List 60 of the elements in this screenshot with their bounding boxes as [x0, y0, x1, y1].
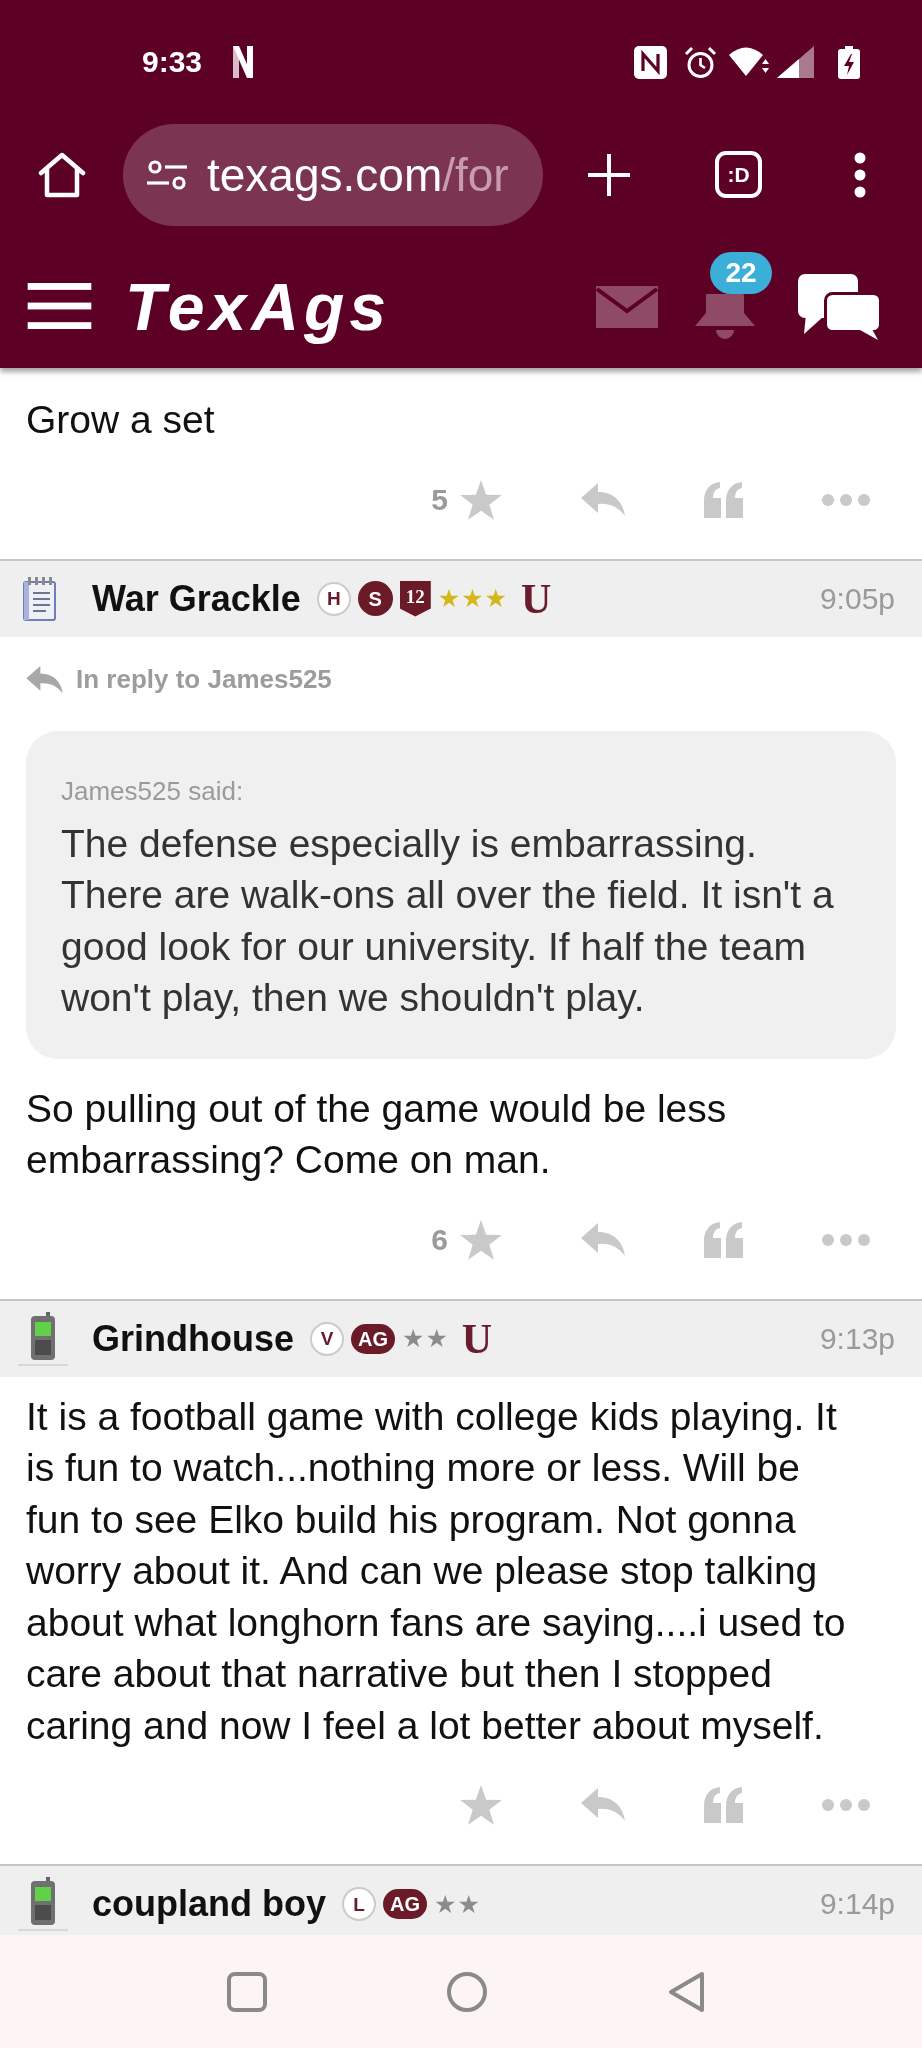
address-bar[interactable]: texags.com/for [123, 123, 543, 226]
quote-icon [703, 481, 743, 518]
star-icon [460, 1785, 502, 1825]
cell-phone-icon [18, 1311, 68, 1366]
user-badge: L [342, 1887, 376, 1921]
alarm-icon [684, 45, 717, 79]
signal-icon [777, 46, 814, 78]
battery-charging-icon [838, 45, 860, 79]
square-nav-icon[interactable] [227, 1971, 267, 2012]
home-icon[interactable] [38, 151, 86, 198]
wifi-icon [729, 46, 769, 78]
new-tab-icon[interactable] [588, 153, 630, 196]
quote-icon [703, 1787, 743, 1823]
back-icon[interactable] [667, 1970, 705, 2013]
menu-icon[interactable] [27, 283, 92, 330]
post-time: 9:13p [819, 1321, 895, 1356]
shield-badge: 12 [399, 580, 431, 617]
reply-icon [581, 482, 625, 517]
notepad-icon [22, 576, 58, 621]
site-settings-icon[interactable] [147, 159, 187, 190]
user-badge: V [310, 1321, 344, 1356]
user-badge: AG [383, 1889, 427, 1919]
chat-icon[interactable] [798, 273, 882, 340]
user-badge: AG [351, 1323, 395, 1354]
quote-text: The defense especially is embarrassing. There are walk-ons all over the field. It isn't a good look for our university. If half the team won't play, then we shouldn't play. [61, 820, 835, 1021]
rank-letter: U [521, 577, 552, 620]
star-icon [460, 1219, 502, 1260]
reply-icon [581, 1222, 625, 1257]
bell-icon[interactable] [692, 294, 758, 339]
reply-arrow-icon [26, 665, 63, 694]
more-icon [822, 1799, 870, 1811]
rank-letter: U [461, 1317, 493, 1360]
more-menu-icon[interactable] [854, 151, 866, 198]
cell-phone-icon [18, 1877, 68, 1931]
notification-badge: 22 [710, 252, 772, 294]
username-link[interactable]: coupland boy [92, 1883, 326, 1925]
rank-stars: ★★★ [437, 586, 509, 611]
reply-icon [581, 1788, 625, 1822]
post-time: 9:05p [819, 581, 895, 616]
status-time: 9:33 [142, 47, 203, 77]
post-text: So pulling out of the game would be less embarrassing? Come on man. [26, 1085, 728, 1183]
post-text: It is a football game with college kids playing. It is fun to watch...nothing more or less. Will be fun to see Elko build his program. Not gonna worry about it. And can we please stop talking about what longhorn fans are saying....i used to care about that narrative but then I stopped caring and now I feel a lot better about myself. [26, 1393, 847, 1749]
tab-switcher-button[interactable]: :D [715, 151, 762, 198]
star-icon [460, 479, 502, 520]
username-link[interactable]: War Grackle [92, 577, 301, 620]
post-time: 9:14p [819, 1887, 895, 1921]
rank-stars: ★★ [402, 1326, 449, 1351]
circle-nav-icon[interactable] [447, 1971, 487, 2012]
user-badge: H [316, 581, 351, 616]
rank-stars: ★★ [434, 1891, 481, 1917]
more-icon [822, 1233, 870, 1246]
more-icon [822, 493, 870, 506]
mail-icon[interactable] [596, 285, 658, 328]
post-text: Grow a set [26, 397, 216, 443]
username-link[interactable]: Grindhouse [92, 1317, 294, 1360]
app-notification-icon [233, 46, 254, 78]
user-badge: S [357, 581, 393, 616]
quote-icon [703, 1221, 743, 1258]
nfc-icon [634, 45, 667, 79]
quote-attribution: James525 said: [61, 774, 245, 808]
